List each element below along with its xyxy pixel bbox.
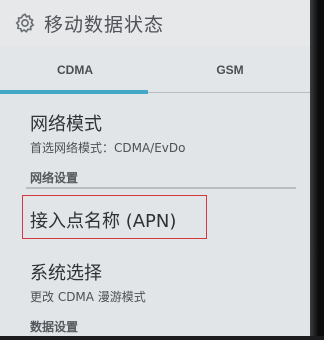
tab-gsm-label: GSM xyxy=(216,63,244,77)
gear-icon xyxy=(15,13,35,33)
page-title: 移动数据状态 xyxy=(44,13,165,36)
tab-cdma[interactable]: CDMA xyxy=(0,46,150,94)
system-select-summary: 更改 CDMA 漫游模式 xyxy=(30,290,146,304)
network-settings-header: 网络设置 xyxy=(30,171,79,185)
tab-cdma-label: CDMA xyxy=(57,63,93,77)
apn-highlight-box xyxy=(22,195,207,239)
phone-bezel-bottom xyxy=(0,336,324,340)
screen: 移动数据状态 CDMA GSM 网络模式 首选网络模式：CDMA/EvDo 网络… xyxy=(0,0,324,340)
action-bar: 移动数据状态 xyxy=(0,0,310,46)
tab-gsm[interactable]: GSM xyxy=(150,46,310,94)
network-mode-title: 网络模式 xyxy=(30,114,102,135)
divider xyxy=(26,187,296,189)
tab-divider xyxy=(148,92,310,93)
system-select-title: 系统选择 xyxy=(30,263,102,284)
system-select-item[interactable]: 系统选择 更改 CDMA 漫游模式 xyxy=(30,259,146,305)
data-settings-header: 数据设置 xyxy=(30,320,79,334)
network-mode-item[interactable]: 网络模式 首选网络模式：CDMA/EvDo xyxy=(30,110,186,156)
phone-bezel xyxy=(310,0,324,340)
network-mode-summary: 首选网络模式：CDMA/EvDo xyxy=(30,141,186,155)
tab-bar: CDMA GSM xyxy=(0,46,310,94)
